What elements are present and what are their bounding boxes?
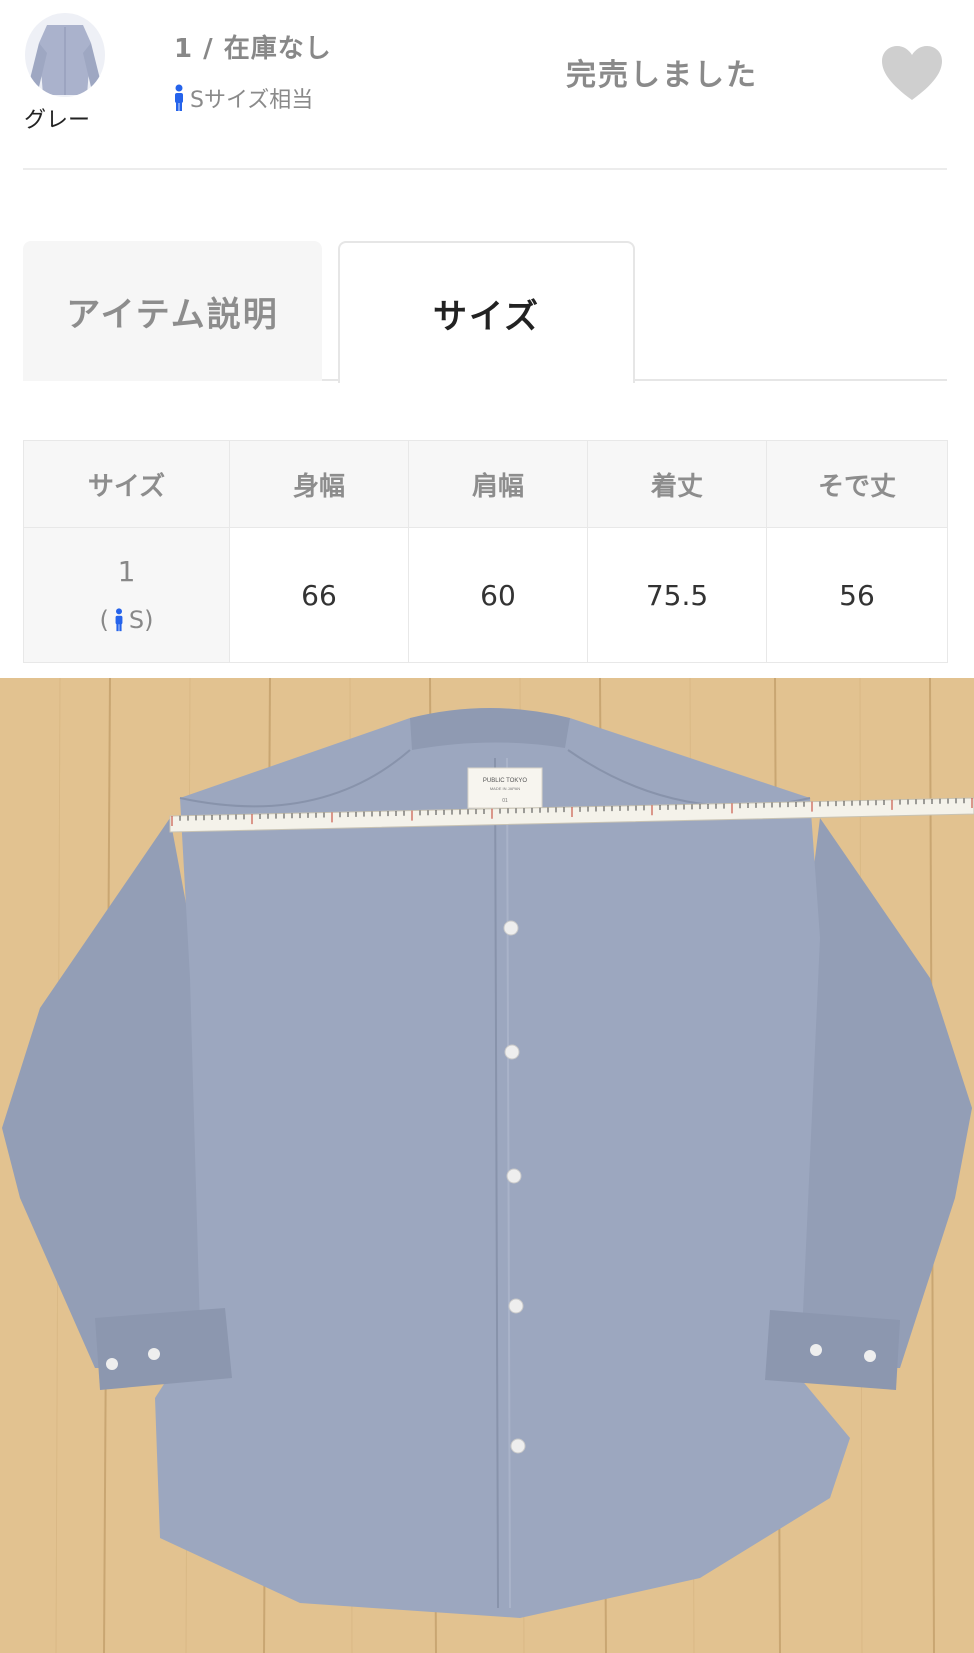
label-brand: PUBLIC TOKYO xyxy=(483,778,527,784)
header-shoulder-width: 肩幅 xyxy=(408,440,588,528)
person-icon xyxy=(115,608,123,632)
table-row: 1 ( S) 66 60 75.5 56 xyxy=(23,527,948,663)
sku-row: グレー 1 / 在庫なし Sサイズ相当 完売しました xyxy=(0,0,974,170)
person-icon xyxy=(175,84,183,111)
size-number: 1 xyxy=(117,555,136,588)
product-photo: PUBLIC TOKYO MADE IN JAPAN 01 xyxy=(0,678,974,1653)
divider xyxy=(23,168,947,170)
soldout-label: 完売しました xyxy=(566,58,758,93)
value-length: 75.5 xyxy=(587,527,767,663)
size-fit-open-paren: ( xyxy=(99,606,109,634)
heart-icon[interactable] xyxy=(880,44,944,102)
header-body-width: 身幅 xyxy=(229,440,409,528)
color-swatch-thumbnail[interactable] xyxy=(25,13,105,97)
value-shoulder-width: 60 xyxy=(408,527,588,663)
table-header-row: サイズ 身幅 肩幅 着丈 そで丈 xyxy=(23,440,948,528)
header-length: 着丈 xyxy=(587,440,767,528)
fit-indicator: Sサイズ相当 xyxy=(172,82,313,114)
size-cell: 1 ( S) xyxy=(23,527,230,663)
label-size: 01 xyxy=(502,798,508,804)
header-size: サイズ xyxy=(23,440,230,528)
tab-bar: アイテム説明 サイズ xyxy=(23,241,947,383)
tab-size[interactable]: サイズ xyxy=(338,241,635,383)
label-sub: MADE IN JAPAN xyxy=(490,786,520,791)
size-fit: ( S) xyxy=(100,606,154,634)
size-table: サイズ 身幅 肩幅 着丈 そで丈 1 ( S) 66 60 75.5 56 xyxy=(23,440,948,663)
color-name: グレー xyxy=(24,108,91,133)
tab-item-description[interactable]: アイテム説明 xyxy=(23,241,322,381)
stock-status: 1 / 在庫なし xyxy=(174,34,332,64)
size-fit-label: S) xyxy=(128,606,154,634)
value-body-width: 66 xyxy=(229,527,409,663)
fit-label: Sサイズ相当 xyxy=(190,88,314,113)
header-sleeve-length: そで丈 xyxy=(766,440,948,528)
value-sleeve-length: 56 xyxy=(766,527,948,663)
